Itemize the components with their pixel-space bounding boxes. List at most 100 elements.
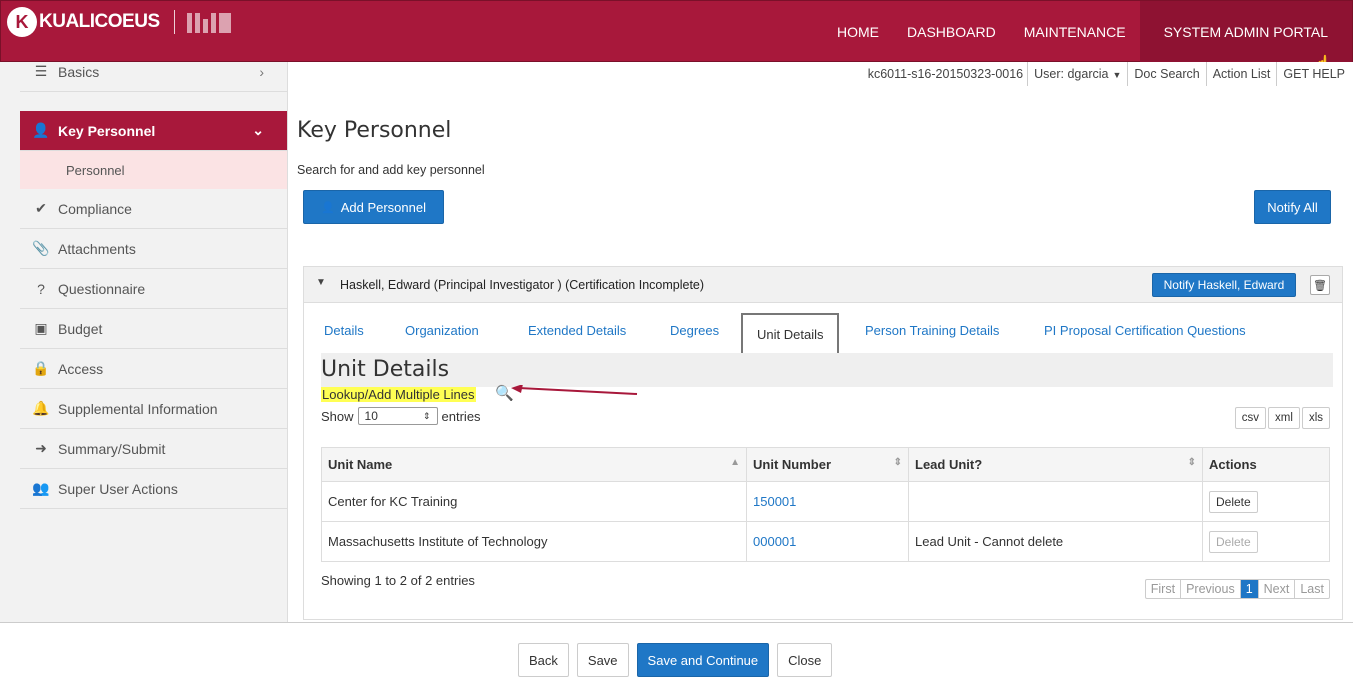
tab-person-training-details[interactable]: Person Training Details: [865, 323, 999, 338]
back-button[interactable]: Back: [518, 643, 569, 677]
entries-label: entries: [441, 408, 481, 424]
save-and-continue-button[interactable]: Save and Continue: [636, 643, 770, 677]
caret-down-icon[interactable]: ▼: [316, 277, 326, 288]
notify-all-button[interactable]: Notify All: [1254, 190, 1331, 224]
add-personnel-button[interactable]: 👤 Add Personnel: [303, 190, 444, 224]
show-entries: Show 10 ⇕ entries: [321, 407, 481, 425]
unit-name-cell: Center for KC Training: [321, 481, 747, 522]
question-icon: ?: [37, 280, 45, 297]
tab-details[interactable]: Details: [324, 323, 364, 338]
column-header-unit-name[interactable]: Unit Name ▲: [321, 447, 747, 482]
sort-icon: ▲: [730, 457, 740, 468]
showing-entries-info: Showing 1 to 2 of 2 entries: [321, 573, 475, 588]
close-button[interactable]: Close: [777, 643, 833, 677]
table-header-row: Unit Name ▲ Unit Number ⇕ Lead Unit? ⇕ Acti…: [321, 447, 1330, 482]
export-xls-button[interactable]: xls: [1301, 407, 1330, 429]
sidebar-item-access[interactable]: 🔒 Access: [20, 349, 287, 389]
action-list-link[interactable]: Action List: [1205, 62, 1277, 86]
tab-pi-proposal-certification-questions[interactable]: PI Proposal Certification Questions: [1044, 323, 1246, 338]
sidebar-item-label: Supplemental Information: [58, 400, 218, 417]
units-table: Unit Name ▲ Unit Number ⇕ Lead Unit? ⇕ Acti…: [321, 447, 1330, 562]
export-csv-button[interactable]: csv: [1234, 407, 1267, 429]
export-buttons: csv xml xls: [1234, 407, 1330, 429]
top-navbar: K KUALICOEUS HOME DASHBOARD MAINTENANCE …: [0, 0, 1353, 63]
list-icon: ☰: [34, 63, 48, 79]
unit-details-header: Unit Details: [321, 353, 1333, 387]
updown-icon: ⇕: [422, 410, 431, 421]
sidebar-item-label: Super User Actions: [58, 480, 178, 497]
unit-number-link[interactable]: 000001: [746, 521, 909, 562]
lead-unit-cell: [908, 481, 1203, 522]
show-label: Show: [321, 408, 354, 424]
get-help-link[interactable]: GET HELP: [1276, 62, 1351, 86]
table-row: Center for KC Training 150001 Delete: [321, 481, 1330, 522]
column-header-lead-unit[interactable]: Lead Unit? ⇕: [908, 447, 1203, 482]
sidebar-item-questionnaire[interactable]: ? Questionnaire: [20, 269, 287, 309]
entries-select[interactable]: 10 ⇕: [357, 407, 438, 425]
pager-page-1[interactable]: 1: [1239, 580, 1258, 598]
pager-last[interactable]: Last: [1294, 580, 1329, 598]
sidebar-item-basics[interactable]: ☰ Basics ›: [20, 62, 287, 92]
money-icon: ▣: [34, 320, 48, 336]
actions-cell: Delete: [1202, 521, 1330, 562]
sort-icon: ⇕: [1187, 457, 1196, 468]
sidebar-item-supplemental-information[interactable]: 🔔 Supplemental Information: [20, 389, 287, 429]
delete-button[interactable]: Delete: [1209, 490, 1258, 513]
column-header-actions: Actions: [1202, 447, 1330, 482]
pagination: First Previous 1 Next Last: [1144, 579, 1330, 599]
nav-home[interactable]: HOME: [823, 1, 893, 63]
person-name: Haskell, Edward (Principal Investigator …: [340, 278, 705, 292]
bell-icon: 🔔: [32, 400, 50, 416]
mit-logo-icon: [186, 11, 231, 33]
brand-name: KUALICOEUS: [39, 11, 160, 32]
app-logo[interactable]: K KUALICOEUS: [7, 7, 231, 37]
pager-next[interactable]: Next: [1257, 580, 1295, 598]
tab-extended-details[interactable]: Extended Details: [528, 323, 626, 338]
table-row: Massachusetts Institute of Technology 00…: [321, 521, 1330, 562]
sidebar-item-key-personnel[interactable]: 👤 Key Personnel ⌄: [20, 111, 287, 151]
pager-first[interactable]: First: [1146, 580, 1180, 598]
kuali-logo-icon: K: [7, 7, 37, 37]
sidebar-item-label: Key Personnel: [58, 122, 156, 139]
chevron-down-icon: ⌄: [252, 122, 264, 138]
main-nav: HOME DASHBOARD MAINTENANCE SYSTEM ADMIN …: [823, 1, 1352, 63]
sidebar-item-label: Budget: [58, 320, 103, 337]
user-menu[interactable]: User: dgarcia ▼: [1027, 62, 1127, 86]
sidebar-subitem-personnel[interactable]: Personnel: [20, 151, 287, 191]
tab-unit-details[interactable]: Unit Details: [741, 313, 840, 353]
sidebar-item-budget[interactable]: ▣ Budget: [20, 309, 287, 349]
chevron-right-icon: ›: [259, 63, 264, 80]
doc-search-link[interactable]: Doc Search: [1127, 62, 1205, 86]
add-personnel-label: Add Personnel: [340, 199, 426, 215]
sign-in-icon: ➜: [35, 440, 47, 456]
lookup-add-multiple-lines-link[interactable]: Lookup/Add Multiple Lines: [321, 387, 476, 402]
tab-organization[interactable]: Organization: [405, 323, 479, 338]
nav-dashboard[interactable]: DASHBOARD: [893, 1, 1010, 63]
sidebar-item-compliance[interactable]: ✔ Compliance: [20, 189, 287, 229]
user-menu-label: User: dgarcia: [1034, 67, 1109, 81]
tab-degrees[interactable]: Degrees: [670, 323, 719, 338]
trash-icon[interactable]: 🗑: [1310, 275, 1330, 295]
paperclip-icon: 📎: [32, 240, 50, 256]
person-panel: ▼ Haskell, Edward (Principal Investigato…: [303, 266, 1343, 620]
unit-name-cell: Massachusetts Institute of Technology: [321, 521, 747, 562]
save-button[interactable]: Save: [576, 643, 629, 677]
logo-divider: [173, 10, 175, 34]
sidebar-item-attachments[interactable]: 📎 Attachments: [20, 229, 287, 269]
sidebar-item-summary-submit[interactable]: ➜ Summary/Submit: [20, 429, 287, 469]
pager-previous[interactable]: Previous: [1180, 580, 1240, 598]
export-xml-button[interactable]: xml: [1268, 407, 1300, 429]
sidebar-item-label: Summary/Submit: [58, 440, 166, 457]
lock-icon: 🔒: [32, 360, 50, 376]
person-header[interactable]: ▼ Haskell, Edward (Principal Investigato…: [304, 267, 1342, 303]
nav-maintenance[interactable]: MAINTENANCE: [1010, 1, 1140, 63]
lead-unit-cell: Lead Unit - Cannot delete: [908, 521, 1203, 562]
sort-icon: ⇕: [893, 457, 902, 468]
column-header-unit-number[interactable]: Unit Number ⇕: [746, 447, 909, 482]
unit-number-link[interactable]: 150001: [746, 481, 909, 522]
actions-cell: Delete: [1202, 481, 1330, 522]
unit-details-heading: Unit Details: [321, 357, 450, 382]
notify-person-button[interactable]: Notify Haskell, Edward: [1152, 273, 1296, 297]
sidebar-item-super-user-actions[interactable]: 👥 Super User Actions: [20, 469, 287, 509]
caret-down-icon: ▼: [1112, 70, 1122, 80]
